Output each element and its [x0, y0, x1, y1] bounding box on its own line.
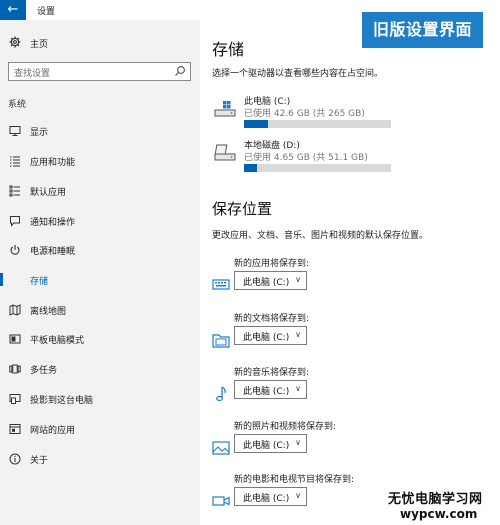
chevron-down-icon: ∨ [295, 438, 301, 447]
project-icon [9, 394, 21, 404]
power-icon [10, 245, 20, 255]
chevron-down-icon: ∨ [295, 384, 301, 393]
save-location-apps: 新的应用将保存到: 此电脑 (C:) ∨ [212, 256, 492, 304]
gear-icon [9, 36, 21, 48]
watermark-line1: 无忧电脑学习网 [388, 492, 483, 507]
documents-icon [212, 334, 230, 348]
sidebar-section-label: 系统 [8, 100, 27, 110]
notification-icon [10, 216, 20, 227]
sidebar-item-label: 显示 [30, 128, 49, 138]
save-location-label: 新的电影和电视节目将保存到: [234, 475, 355, 485]
select-value: 此电脑 (C:) [243, 333, 290, 343]
save-location-select[interactable]: 此电脑 (C:) ∨ [234, 326, 307, 345]
drive-c[interactable]: 此电脑 (C:) 已使用 42.6 GB (共 265 GB) [212, 94, 391, 136]
list-check-icon [9, 185, 20, 197]
drive-d[interactable]: 本地磁盘 (D:) 已使用 4.65 GB (共 51.1 GB) [212, 138, 391, 180]
save-location-select[interactable]: 此电脑 (C:) ∨ [234, 271, 307, 290]
save-location-select[interactable]: 此电脑 (C:) ∨ [234, 434, 307, 453]
select-value: 此电脑 (C:) [243, 441, 290, 451]
sidebar-item-notifications[interactable]: 通知和操作 [0, 210, 200, 232]
drive-usage-fill [244, 120, 268, 128]
drive-usage-fill [244, 164, 258, 172]
select-value: 此电脑 (C:) [243, 494, 290, 504]
sidebar-item-label: 默认应用 [30, 188, 67, 198]
chevron-down-icon: ∨ [295, 330, 301, 339]
save-location-label: 新的音乐将保存到: [234, 368, 310, 378]
drive-usage: 已使用 4.65 GB (共 51.1 GB) [244, 153, 368, 163]
music-icon [216, 386, 226, 402]
chevron-down-icon: ∨ [295, 275, 301, 284]
info-icon [9, 453, 21, 465]
drive-usage-bar [244, 120, 391, 128]
map-icon [9, 304, 21, 316]
search-placeholder: 查找设置 [14, 69, 51, 79]
monitor-icon [9, 126, 21, 136]
multitask-icon [9, 364, 21, 374]
sidebar-home-label: 主页 [30, 40, 49, 50]
local-disk-icon [214, 144, 236, 161]
sidebar-item-label: 网站的应用 [30, 426, 76, 436]
back-arrow-icon: ← [7, 2, 19, 17]
page-subtitle: 选择一个驱动器以查看哪些内容在占空间。 [212, 69, 384, 79]
save-location-select[interactable]: 此电脑 (C:) ∨ [234, 380, 307, 399]
drive-usage-bar [244, 164, 391, 172]
apps-icon [212, 279, 230, 290]
back-button[interactable]: ← [0, 0, 26, 20]
save-location-photos: 新的照片和视频将保存到: 此电脑 (C:) ∨ [212, 419, 492, 467]
window-title: 设置 [37, 7, 56, 17]
sidebar-item-offline-maps[interactable]: 离线地图 [0, 299, 200, 321]
movies-icon [212, 496, 230, 506]
page-title: 存储 [212, 40, 245, 59]
sidebar-home[interactable]: 主页 [0, 34, 200, 52]
sidebar-item-label: 电源和睡眠 [30, 247, 76, 257]
sidebar: 主页 查找设置 系统 显示 应用和功能 默认应用 通知和操作 电源和睡眠 存储 … [0, 20, 200, 525]
save-location-music: 新的音乐将保存到: 此电脑 (C:) ∨ [212, 365, 492, 413]
watermark-line2: wypcw.com [400, 507, 478, 521]
sidebar-item-label: 离线地图 [30, 307, 67, 317]
save-locations-title: 保存位置 [212, 200, 273, 218]
sidebar-item-tablet-mode[interactable]: 平板电脑模式 [0, 328, 200, 350]
active-indicator [0, 273, 3, 286]
search-icon[interactable] [174, 65, 186, 77]
tablet-icon [9, 334, 21, 344]
sidebar-item-label: 通知和操作 [30, 218, 76, 228]
sidebar-item-label: 应用和功能 [30, 158, 76, 168]
sidebar-item-default-apps[interactable]: 默认应用 [0, 180, 200, 202]
save-location-select[interactable]: 此电脑 (C:) ∨ [234, 487, 307, 506]
website-apps-icon [9, 424, 21, 434]
chevron-down-icon: ∨ [295, 491, 301, 500]
photos-icon [212, 441, 230, 455]
legacy-ui-banner: 旧版设置界面 [362, 12, 483, 48]
sidebar-item-label: 关于 [30, 456, 49, 466]
sidebar-item-label: 投影到这台电脑 [30, 396, 94, 406]
sidebar-item-apps-for-websites[interactable]: 网站的应用 [0, 418, 200, 440]
sidebar-item-power-sleep[interactable]: 电源和睡眠 [0, 239, 200, 261]
sidebar-item-label: 存储 [30, 277, 49, 287]
save-location-label: 新的应用将保存到: [234, 259, 310, 269]
sidebar-item-multitasking[interactable]: 多任务 [0, 358, 200, 380]
list-icon [10, 156, 20, 167]
sidebar-item-about[interactable]: 关于 [0, 448, 200, 470]
sidebar-item-display[interactable]: 显示 [0, 120, 200, 142]
drive-usage: 已使用 42.6 GB (共 265 GB) [244, 109, 365, 119]
system-drive-icon [214, 101, 236, 117]
settings-window: ← 设置 主页 查找设置 系统 显示 应用和功能 默认应用 通知和操作 电源和睡… [0, 0, 500, 525]
save-location-documents: 新的文档将保存到: 此电脑 (C:) ∨ [212, 311, 492, 359]
save-locations-subtitle: 更改应用、文档、音乐、图片和视频的默认保存位置。 [212, 231, 429, 241]
sidebar-item-apps-features[interactable]: 应用和功能 [0, 150, 200, 172]
select-value: 此电脑 (C:) [243, 278, 290, 288]
save-location-label: 新的照片和视频将保存到: [234, 422, 337, 432]
sidebar-item-label: 平板电脑模式 [30, 336, 85, 346]
sidebar-item-label: 多任务 [30, 366, 58, 376]
search-input[interactable]: 查找设置 [8, 62, 191, 81]
save-location-label: 新的文档将保存到: [234, 314, 310, 324]
sidebar-item-storage[interactable]: 存储 [0, 269, 200, 291]
sidebar-item-project-to-pc[interactable]: 投影到这台电脑 [0, 388, 200, 410]
select-value: 此电脑 (C:) [243, 387, 290, 397]
